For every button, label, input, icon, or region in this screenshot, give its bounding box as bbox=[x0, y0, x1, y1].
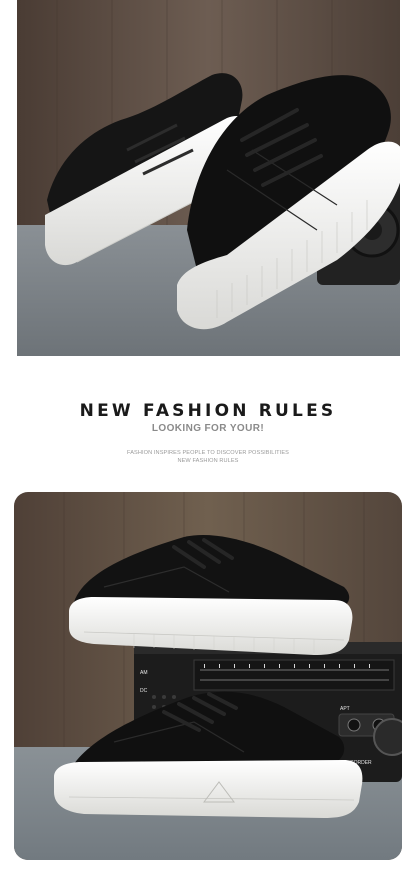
sneaker-pair-illustration bbox=[17, 0, 400, 356]
radio-label-apt: APT bbox=[340, 706, 350, 712]
sneaker-on-radio-illustration: AM APT CORDER DC AC bbox=[14, 492, 402, 860]
tagline-line-2: NEW FASHION RULES bbox=[177, 458, 239, 464]
section-subtitle: LOOKING FOR YOUR! bbox=[151, 423, 265, 434]
product-photo-top bbox=[17, 0, 400, 356]
product-photo-bottom: AM APT CORDER DC AC bbox=[14, 492, 402, 860]
tagline-line-1: FASHION INSPIRES PEOPLE TO DISCOVER POSS… bbox=[127, 450, 289, 456]
radio-label-am: AM bbox=[140, 670, 148, 676]
radio-label-dc: DC bbox=[140, 688, 148, 694]
section-title: NEW FASHION RULES bbox=[79, 401, 337, 421]
